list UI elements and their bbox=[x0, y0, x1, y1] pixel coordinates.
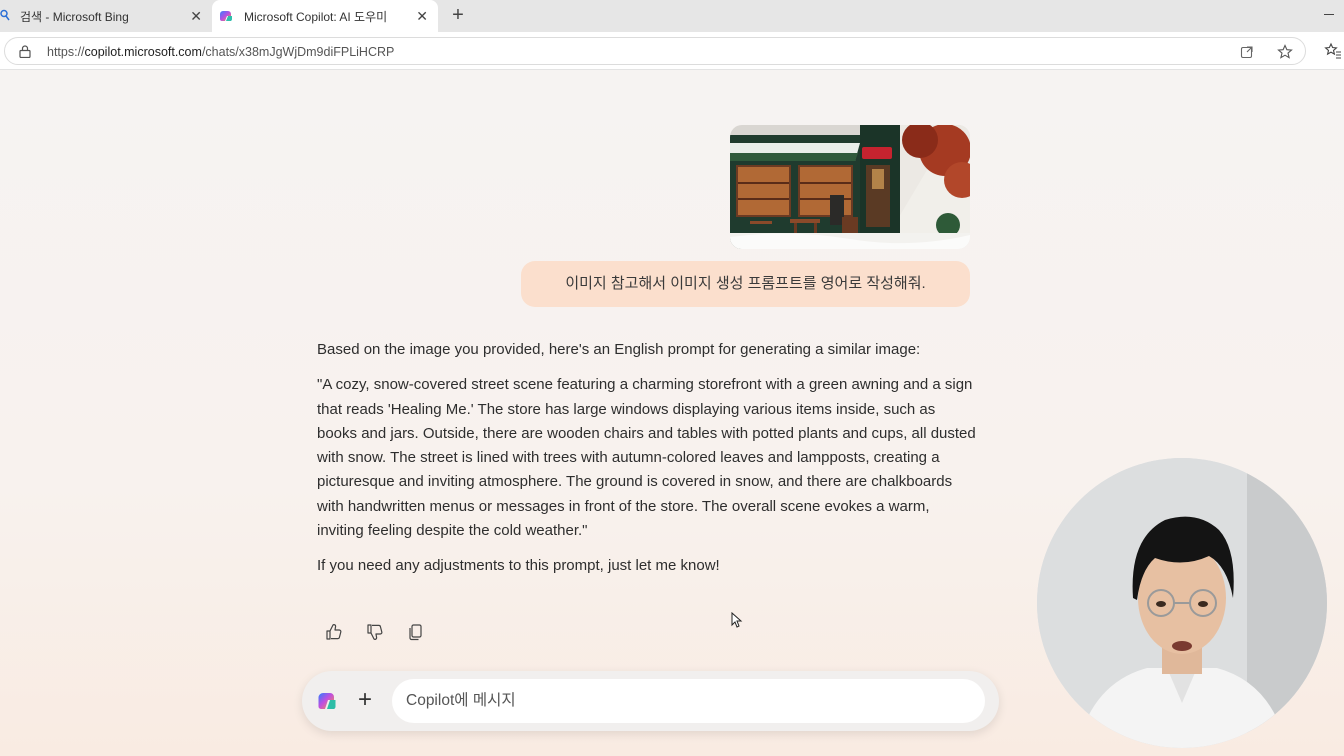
url-scheme: https:// bbox=[47, 45, 85, 59]
storefront-illustration bbox=[730, 125, 970, 249]
copilot-logo-icon[interactable] bbox=[318, 691, 338, 711]
new-tab-button[interactable]: + bbox=[448, 4, 468, 26]
lock-icon[interactable] bbox=[19, 45, 31, 58]
tab-title: Microsoft Copilot: AI 도우미 bbox=[244, 9, 388, 24]
url-host: copilot.microsoft.com bbox=[84, 45, 202, 59]
mouse-cursor-icon bbox=[731, 612, 743, 628]
copilot-chat-page: 이미지 참고해서 이미지 생성 프롬프트를 영어로 작성해줘. Based on… bbox=[0, 70, 1344, 756]
address-bar[interactable]: https://copilot.microsoft.com/chats/x38m… bbox=[4, 37, 1306, 65]
tab-title: 검색 - Microsoft Bing bbox=[20, 9, 129, 24]
url-path: /chats/x38mJgWjDm9diFPLiHCRP bbox=[201, 45, 395, 59]
thumbs-up-icon[interactable] bbox=[324, 622, 344, 642]
copy-icon[interactable] bbox=[406, 622, 426, 642]
uploaded-image[interactable] bbox=[730, 125, 970, 249]
copilot-icon bbox=[220, 11, 233, 21]
favorites-icon[interactable] bbox=[1324, 42, 1342, 60]
close-icon[interactable]: ✕ bbox=[190, 8, 202, 25]
search-icon bbox=[0, 9, 10, 21]
star-icon[interactable] bbox=[1277, 44, 1293, 60]
close-icon[interactable]: ✕ bbox=[416, 8, 428, 25]
minimize-button[interactable] bbox=[1324, 14, 1334, 15]
user-message-bubble: 이미지 참고해서 이미지 생성 프롬프트를 영어로 작성해줘. bbox=[521, 261, 970, 307]
assistant-reply: Based on the image you provided, here's … bbox=[317, 338, 977, 590]
webcam-overlay bbox=[1037, 458, 1327, 748]
tab-strip: 검색 - Microsoft Bing ✕ Microsoft Copilot:… bbox=[0, 0, 1344, 32]
add-attachment-button[interactable]: + bbox=[354, 688, 376, 712]
reply-paragraph: If you need any adjustments to this prom… bbox=[317, 557, 720, 575]
reply-paragraph: "A cozy, snow-covered street scene featu… bbox=[317, 376, 976, 540]
message-input[interactable] bbox=[392, 679, 985, 723]
presenter-video bbox=[1037, 458, 1327, 748]
open-in-app-icon[interactable] bbox=[1239, 44, 1255, 60]
tab-bing-search[interactable]: 검색 - Microsoft Bing ✕ bbox=[0, 0, 210, 32]
message-composer: + bbox=[302, 671, 999, 731]
tab-copilot[interactable]: Microsoft Copilot: AI 도우미 ✕ bbox=[212, 0, 438, 32]
url-text: https://copilot.microsoft.com/chats/x38m… bbox=[47, 45, 394, 59]
reply-actions bbox=[324, 622, 434, 644]
browser-toolbar: https://copilot.microsoft.com/chats/x38m… bbox=[0, 32, 1344, 70]
reply-paragraph: Based on the image you provided, here's … bbox=[317, 341, 921, 358]
thumbs-down-icon[interactable] bbox=[365, 622, 385, 642]
